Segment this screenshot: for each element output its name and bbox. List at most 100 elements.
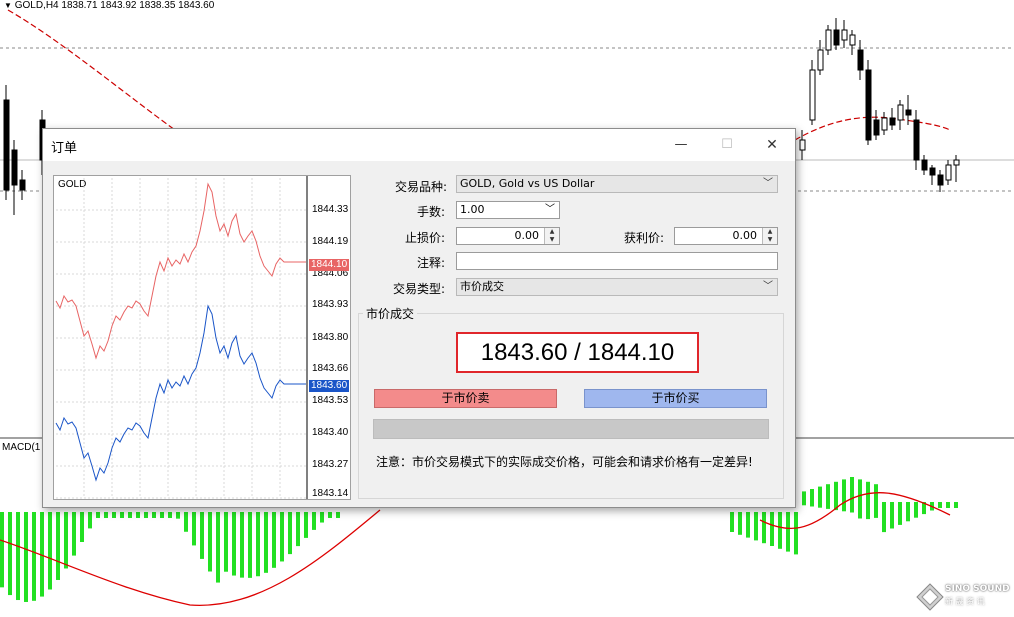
dialog-title: 订单 [51, 141, 78, 156]
macd-histogram-bar [874, 484, 878, 518]
candle-body [19, 179, 26, 191]
execution-progress-bar [373, 419, 769, 439]
macd-histogram-bar [328, 512, 332, 518]
macd-histogram-bar [168, 512, 172, 518]
macd-histogram-bar [946, 502, 950, 508]
candle-body [849, 34, 856, 46]
tick-price-label: 1843.93 [312, 299, 349, 310]
macd-histogram-bar [0, 512, 4, 588]
macd-histogram-bar [272, 512, 276, 568]
macd-histogram-bar [192, 512, 196, 546]
candle-body [833, 29, 840, 46]
macd-histogram-bar [16, 512, 20, 601]
macd-histogram-bar [834, 481, 838, 511]
minimize-icon[interactable]: — [667, 133, 695, 157]
macd-histogram-bar [730, 512, 734, 532]
candle-body [929, 167, 936, 176]
macd-histogram-bar [120, 512, 124, 518]
spinner-arrows-icon[interactable]: ▲ ▼ [544, 228, 559, 244]
market-execution-notice: 注意：市价交易模式下的实际成交价格，可能会和请求价格有一定差异! [376, 455, 753, 469]
tick-chart-plot [55, 176, 308, 499]
moving-average-line [7, 9, 176, 131]
spinner-arrows-icon[interactable]: ▲ ▼ [762, 228, 777, 244]
bid-tick-line [55, 304, 306, 482]
macd-histogram-bar [850, 477, 854, 513]
macd-histogram-bar [176, 512, 180, 519]
buy-by-market-button[interactable]: 于市价买 [584, 389, 767, 408]
macd-histogram-bar [762, 512, 766, 544]
bid-ask-price-display: 1843.60 / 1844.10 [456, 332, 699, 373]
macd-histogram-bar [280, 512, 284, 562]
stop-loss-input[interactable]: 0.00 ▲ ▼ [456, 227, 560, 245]
dialog-titlebar[interactable]: 订单 — ☐ ✕ [43, 129, 795, 161]
take-profit-value: 0.00 [732, 229, 758, 242]
close-icon[interactable]: ✕ [758, 133, 786, 157]
macd-histogram-bar [754, 512, 758, 541]
sino-sound-logo-icon [916, 583, 944, 611]
macd-histogram-bar [954, 502, 958, 508]
candle-body [857, 49, 864, 71]
macd-histogram-bar [256, 512, 260, 577]
macd-histogram-bar [160, 512, 164, 518]
macd-histogram-bar [240, 512, 244, 578]
macd-histogram-bar [32, 512, 36, 601]
chart-title: ▼ GOLD,H4 1838.71 1843.92 1838.35 1843.6… [4, 0, 215, 11]
macd-histogram-bar [152, 512, 156, 518]
comment-input[interactable] [456, 252, 778, 270]
macd-histogram-bar [898, 502, 902, 525]
macd-histogram-bar [746, 512, 750, 538]
macd-histogram-bar [336, 512, 340, 518]
macd-histogram-bar [136, 512, 140, 518]
candle-body [825, 29, 832, 51]
candle-body [865, 69, 872, 141]
sell-by-market-button[interactable]: 于市价卖 [374, 389, 557, 408]
take-profit-label: 获利价: [624, 231, 665, 245]
macd-histogram-bar [128, 512, 132, 518]
macd-histogram-bar [786, 512, 790, 552]
take-profit-input[interactable]: 0.00 ▲ ▼ [674, 227, 778, 245]
volume-value: 1.00 [460, 203, 485, 216]
comment-label: 注释: [417, 256, 446, 270]
macd-histogram-bar [938, 502, 942, 508]
macd-histogram-bar [48, 512, 52, 590]
order-type-value: 市价成交 [460, 280, 504, 293]
macd-histogram-bar [320, 512, 324, 523]
macd-histogram-bar [216, 512, 220, 583]
macd-histogram-bar [56, 512, 60, 580]
candle-body [3, 99, 10, 191]
macd-histogram-bar [232, 512, 236, 576]
tick-price-label: 1843.14 [312, 488, 349, 499]
macd-histogram-bar [802, 491, 806, 506]
macd-histogram-bar [296, 512, 300, 547]
candle-body [897, 104, 904, 121]
ask-price-tag: 1844.10 [309, 259, 349, 271]
macd-histogram-bar [810, 489, 814, 507]
macd-histogram-bar [8, 512, 12, 596]
order-type-select[interactable]: 市价成交 ﹀ [456, 278, 778, 296]
macd-histogram-bar [112, 512, 116, 518]
macd-histogram-bar [104, 512, 108, 518]
symbol-select[interactable]: GOLD, Gold vs US Dollar ﹀ [456, 175, 778, 193]
macd-histogram-bar [184, 512, 188, 532]
candle-body [937, 174, 944, 186]
market-execution-title: 市价成交 [363, 305, 418, 322]
candle-body [873, 119, 880, 136]
macd-histogram-bar [224, 512, 228, 572]
macd-histogram-bar [304, 512, 308, 538]
candle-body [817, 49, 824, 71]
macd-indicator-label: MACD(1 [2, 442, 41, 453]
chevron-down-icon: ﹀ [763, 178, 773, 189]
candle-body [809, 69, 816, 121]
tick-price-label: 1844.19 [312, 236, 349, 247]
candle-body [953, 159, 960, 166]
macd-histogram-bar [24, 512, 28, 602]
macd-histogram-bar [890, 502, 894, 529]
symbol-label: 交易品种: [395, 180, 448, 194]
macd-histogram-bar [288, 512, 292, 555]
macd-histogram-bar [264, 512, 268, 573]
macd-histogram-bar [738, 512, 742, 535]
candle-body [11, 149, 18, 186]
macd-histogram-bar [770, 512, 774, 546]
volume-select[interactable]: 1.00 ﹀ [456, 201, 560, 219]
candle-body [889, 117, 896, 126]
